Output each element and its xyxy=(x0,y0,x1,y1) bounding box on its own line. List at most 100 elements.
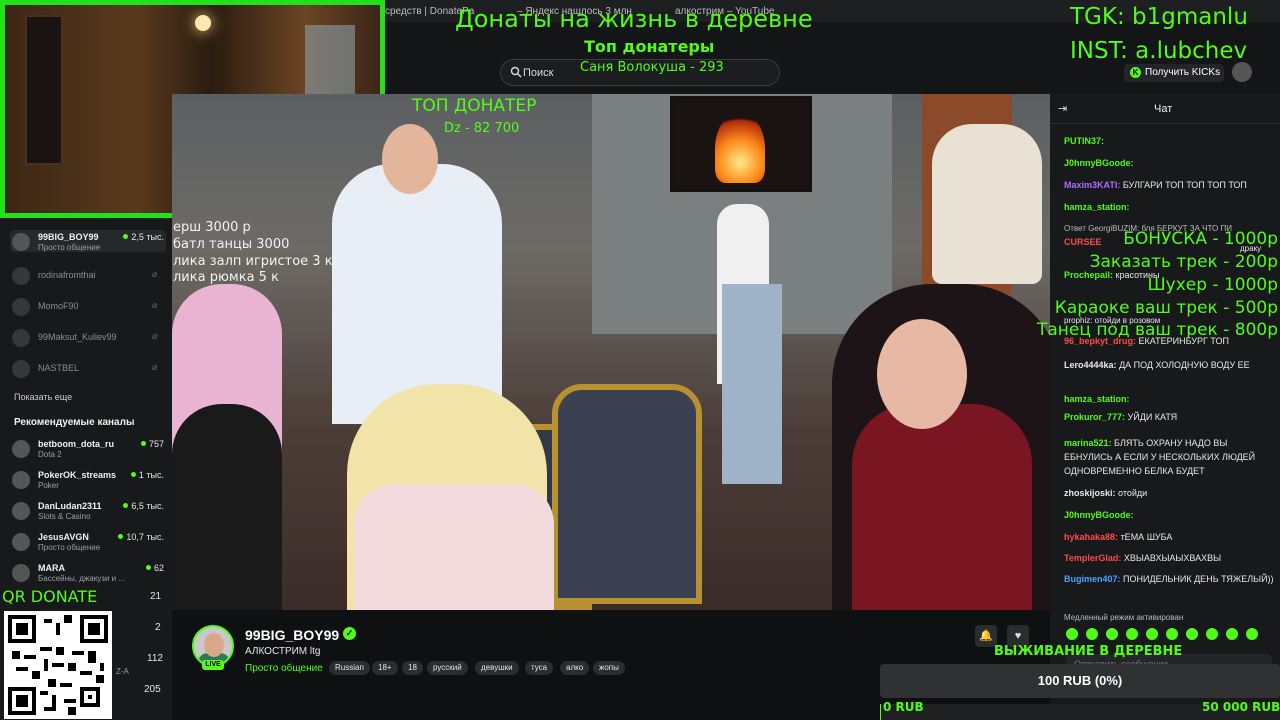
sort-label: Z-A xyxy=(116,667,129,676)
emote-icon[interactable] xyxy=(1186,628,1198,640)
get-kicks-button[interactable]: K Получить KICKs xyxy=(1124,64,1224,82)
video-person xyxy=(382,124,438,194)
sidebar-channel[interactable]: PokerOK_streams Poker 1 тыс. xyxy=(10,468,166,490)
collapse-chat-icon[interactable]: ⇥ xyxy=(1058,102,1067,115)
chat-message: PUTIN37: xyxy=(1064,134,1276,148)
channel-avatar xyxy=(12,233,30,251)
chat-username[interactable]: zhoskijoski: xyxy=(1064,488,1116,498)
stream-tag[interactable]: алко xyxy=(560,661,590,675)
emote-bar[interactable] xyxy=(1066,628,1276,642)
chat-username[interactable]: hykahaka88: xyxy=(1064,532,1118,542)
stream-tag[interactable]: туса xyxy=(525,661,554,675)
chat-title: Чат xyxy=(1154,103,1173,115)
channel-name: betboom_dota_ru xyxy=(38,439,115,449)
stream-tag[interactable]: 18+ xyxy=(372,661,398,675)
emote-icon[interactable] xyxy=(1106,628,1118,640)
chat-username[interactable]: TemplerGlad: xyxy=(1064,553,1121,563)
qr-label: QR DONATE xyxy=(2,587,98,606)
webcam-lamp xyxy=(195,15,211,31)
verified-icon: ✓ xyxy=(343,627,356,640)
video-player[interactable] xyxy=(172,94,1050,610)
sidebar-channel[interactable]: MomoF90 ⌀ xyxy=(10,295,166,317)
chat-message-text: тЕМА ШУБА xyxy=(1120,532,1173,542)
chat-username[interactable]: hamza_station: xyxy=(1064,394,1130,404)
channel-name: MomoF90 xyxy=(38,301,79,311)
channel-name: rodinafromthai xyxy=(38,270,96,280)
channel-category: Poker xyxy=(38,481,59,490)
chat-message: zhoskijoski: отойди xyxy=(1064,486,1276,500)
search-icon xyxy=(510,66,522,78)
channel-name: MARA xyxy=(38,563,65,573)
price-item: лика рюмка 5 к xyxy=(173,270,279,285)
emote-icon[interactable] xyxy=(1066,628,1078,640)
chat-message-text: ХВЫАВХЫАЫХВАХВЫ xyxy=(1123,553,1222,563)
channel-name: 99BIG_BOY99 xyxy=(38,232,99,242)
channel-name: PokerOK_streams xyxy=(38,470,117,480)
stream-tag[interactable]: жопы xyxy=(593,661,625,675)
price-item: лика залп игристое 3 к xyxy=(173,254,333,269)
sidebar-channel[interactable]: NASTBEL ⌀ xyxy=(10,357,166,379)
chat-message: Bugimen407: ПОНИДЕЛЬНИК ДЕНЬ ТЯЖЕЛЫЙ)) xyxy=(1064,572,1276,586)
video-person xyxy=(172,404,282,610)
channel-name: JesusAVGN xyxy=(38,532,89,542)
sidebar-channel[interactable]: DanLudan2311 Slots & Casino 6,5 тыс. xyxy=(10,499,166,521)
stream-tag[interactable]: девушки xyxy=(475,661,519,675)
emote-icon[interactable] xyxy=(1086,628,1098,640)
price-item: батл танцы 3000 xyxy=(173,237,290,252)
stream-category[interactable]: Просто общение xyxy=(245,663,323,674)
chat-username[interactable]: Prokuror_777: xyxy=(1064,412,1125,422)
channel-category: Slots & Casino xyxy=(38,512,91,521)
emote-icon[interactable] xyxy=(1246,628,1258,640)
chat-username[interactable]: marina521: xyxy=(1064,438,1112,448)
emote-icon[interactable] xyxy=(1126,628,1138,640)
emote-icon[interactable] xyxy=(1226,628,1238,640)
viewer-count: 1 тыс. xyxy=(131,470,164,480)
channel-avatar xyxy=(12,329,30,347)
sidebar-channel[interactable]: MARA Бассейны, джакузи и ... 62 xyxy=(10,561,166,583)
chat-message: Prokuror_777: УЙДИ КАТЯ xyxy=(1064,410,1276,424)
social-instagram: INST: a.lubchev xyxy=(1070,38,1248,64)
sidebar-channel[interactable]: JesusAVGN Просто общение 10,7 тыс. xyxy=(10,530,166,552)
sidebar-channel[interactable]: 99BIG_BOY99 Просто общение 2,5 тыс. xyxy=(10,230,166,252)
user-avatar[interactable] xyxy=(1232,62,1252,82)
chat-username[interactable]: PUTIN37: xyxy=(1064,136,1104,146)
channel-category: Просто общение xyxy=(38,543,101,552)
chat-username[interactable]: Bugimen407: xyxy=(1064,574,1121,584)
stream-tag[interactable]: русский xyxy=(427,661,468,675)
stream-tag[interactable]: Russian xyxy=(329,661,370,675)
chat-username[interactable]: hamza_station: xyxy=(1064,202,1130,212)
chat-username[interactable]: CURSEE xyxy=(1064,237,1102,247)
video-person xyxy=(354,484,554,610)
sidebar-channel[interactable]: rodinafromthai ⌀ xyxy=(10,264,166,286)
viewer-count: 10,7 тыс. xyxy=(118,532,164,542)
channel-name[interactable]: 99BIG_BOY99 xyxy=(245,627,339,643)
chat-username[interactable]: J0hnnyBGoode: xyxy=(1064,158,1134,168)
viewer-count: 112 xyxy=(147,653,163,664)
channel-avatar xyxy=(12,533,30,551)
video-chair xyxy=(552,384,702,604)
chat-message: TemplerGlad: ХВЫАВХЫАЫХВАХВЫ xyxy=(1064,551,1276,565)
viewer-count: 6,5 тыс. xyxy=(123,501,164,511)
recommended-title: Рекомендуемые каналы xyxy=(14,417,135,428)
show-more-link[interactable]: Показать еще xyxy=(14,392,72,402)
emote-icon[interactable] xyxy=(1146,628,1158,640)
qr-code xyxy=(4,611,112,719)
goal-progress-fill xyxy=(880,704,881,720)
video-person xyxy=(852,404,1032,610)
chat-message-text: отойди xyxy=(1118,488,1148,498)
stream-tag[interactable]: 18 xyxy=(402,661,423,675)
emote-icon[interactable] xyxy=(1206,628,1218,640)
chat-username[interactable]: Lero4444ka: xyxy=(1064,360,1117,370)
channel-category: Просто общение xyxy=(38,243,101,252)
video-coat xyxy=(932,124,1042,284)
channel-avatar xyxy=(12,564,30,582)
chat-username[interactable]: J0hnnyBGoode: xyxy=(1064,510,1134,520)
chat-message: hykahaka88: тЕМА ШУБА xyxy=(1064,530,1276,544)
sidebar-channel[interactable]: betboom_dota_ru Dota 2 757 xyxy=(10,437,166,459)
chat-message: hamza_station: xyxy=(1064,392,1276,406)
kick-coin-icon: K xyxy=(1130,67,1141,78)
emote-icon[interactable] xyxy=(1166,628,1178,640)
chat-username[interactable]: Maxim3KATI: xyxy=(1064,180,1120,190)
sidebar-channel[interactable]: 99Maksut_Kuliev99 ⌀ xyxy=(10,326,166,348)
viewer-count: 205 xyxy=(144,684,161,695)
